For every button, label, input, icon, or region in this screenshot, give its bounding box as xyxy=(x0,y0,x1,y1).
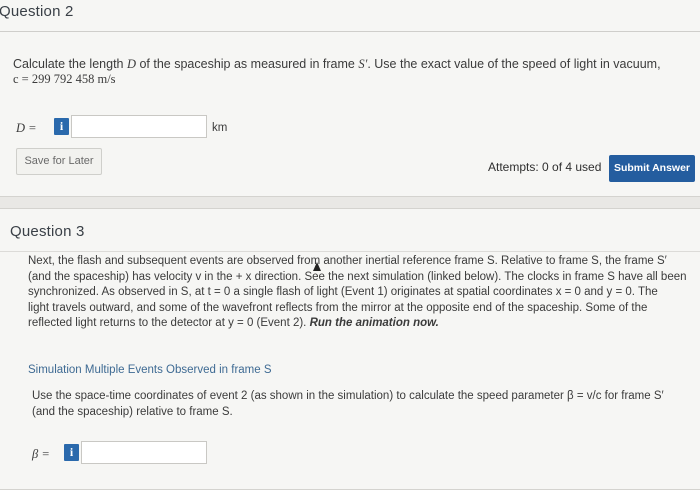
attempts-counter: Attempts: 0 of 4 used xyxy=(488,160,602,174)
length-d-input[interactable] xyxy=(71,115,207,138)
prompt-text: Calculate the length xyxy=(13,57,127,71)
paragraph-line-1: Next, the flash and subsequent events ar… xyxy=(28,255,667,267)
question-3-paragraph: Next, the flash and subsequent events ar… xyxy=(28,254,693,332)
question-3-divider xyxy=(0,251,700,252)
d-answer-label: D = xyxy=(16,121,37,135)
question-2-divider xyxy=(0,31,700,32)
question-3-title: Question 3 xyxy=(10,223,85,240)
question-2-prompt: Calculate the length D of the spaceship … xyxy=(13,56,693,72)
save-for-later-button[interactable]: Save for Later xyxy=(16,148,102,175)
paragraph-line-4: light travels outward, and some of the w… xyxy=(28,301,648,314)
task-line-2: (and the spaceship) relative to frame S. xyxy=(32,405,233,418)
paragraph-line-5: reflected light returns to the detector … xyxy=(28,316,693,332)
variable-d: D xyxy=(126,57,136,71)
frame-s-prime: S′ xyxy=(358,57,368,71)
question-3-task: Use the space-time coordinates of event … xyxy=(32,389,692,420)
beta-answer-label: β = xyxy=(32,447,50,461)
question-2-card: Question 2 Calculate the length D of the… xyxy=(0,0,700,197)
prompt-text-mid: of the spaceship as measured in frame xyxy=(136,57,359,71)
beta-input[interactable] xyxy=(81,441,207,464)
run-animation-instruction: Run the animation now. xyxy=(309,317,439,329)
paragraph-line-5-text: reflected light returns to the detector … xyxy=(28,317,310,329)
task-line-1: Use the space-time coordinates of event … xyxy=(32,390,664,402)
speed-of-light-expression: c = 299 792 458 m/s xyxy=(13,72,116,86)
simulation-link[interactable]: Simulation Multiple Events Observed in f… xyxy=(28,364,272,376)
unit-label: km xyxy=(212,122,228,134)
question-3-card: Question 3 Next, the flash and subsequen… xyxy=(0,208,700,490)
paragraph-line-3: synchronized. As observed in S, at t = 0… xyxy=(28,286,658,298)
mouse-cursor-icon xyxy=(313,262,321,271)
question-2-title: Question 2 xyxy=(0,3,74,20)
info-icon[interactable]: i xyxy=(54,118,69,135)
paragraph-line-2: (and the spaceship) has velocity v in th… xyxy=(28,270,687,283)
submit-answer-button[interactable]: Submit Answer xyxy=(609,155,695,182)
info-icon[interactable]: i xyxy=(64,444,79,461)
prompt-text-post: . Use the exact value of the speed of li… xyxy=(367,57,661,71)
